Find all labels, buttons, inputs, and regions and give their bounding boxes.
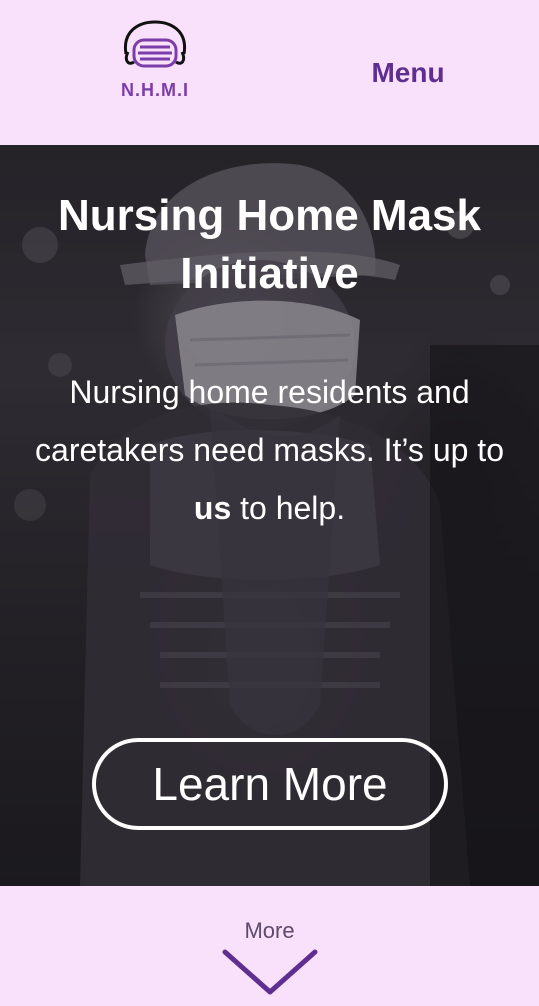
site-header: N.H.M.I Menu [0, 0, 539, 145]
hero-subtitle-text-end: to help. [231, 490, 346, 526]
hero-title: Nursing Home Mask Initiative [58, 191, 481, 298]
learn-more-button[interactable]: Learn More [92, 738, 448, 830]
more-section: More [0, 886, 539, 1006]
logo-text: N.H.M.I [121, 80, 189, 100]
hero-section: Nursing Home Mask Initiative Nursing hom… [0, 145, 539, 886]
hero-subtitle-emphasis: us [193, 490, 232, 526]
more-label[interactable]: More [0, 918, 539, 944]
menu-button[interactable]: Menu [360, 54, 456, 92]
site-logo[interactable]: N.H.M.I [112, 20, 198, 106]
hero-subtitle: Nursing home residents and caretakers ne… [30, 363, 509, 537]
chevron-down-icon[interactable] [222, 948, 318, 998]
hero-subtitle-text: Nursing home residents and caretakers ne… [35, 374, 504, 468]
face-mask-icon [123, 20, 187, 68]
